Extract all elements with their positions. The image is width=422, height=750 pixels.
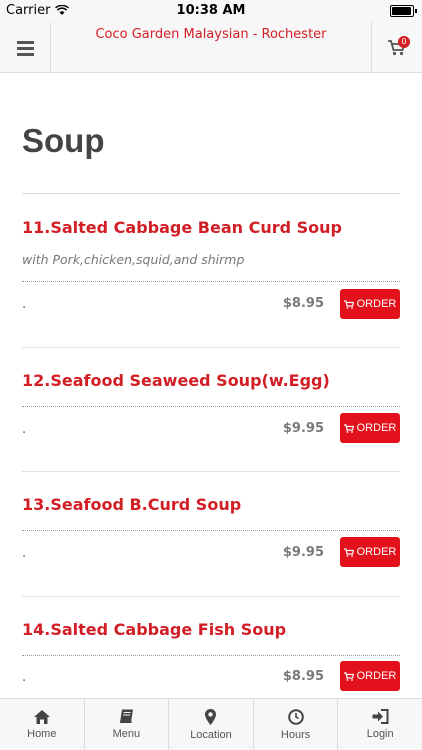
item-price: $9.95 <box>282 545 324 560</box>
item-price: $8.95 <box>282 296 324 311</box>
cart-button[interactable]: 0 <box>371 22 422 72</box>
order-cart-icon <box>343 671 354 681</box>
restaurant-title: Coco Garden Malaysian - Rochester <box>95 27 327 42</box>
tab-home[interactable]: Home <box>0 699 85 750</box>
item-size-label: . <box>22 670 27 685</box>
item-description: with Pork,chicken,squid,and shirmp <box>22 252 245 267</box>
item-name[interactable]: 11.Salted Cabbage Bean Curd Soup <box>22 218 342 237</box>
tab-label: Hours <box>280 728 311 741</box>
tab-label: Login <box>366 728 394 740</box>
order-cart-icon <box>343 423 354 433</box>
clock-icon <box>287 708 304 725</box>
tab-login[interactable]: Login <box>338 699 422 750</box>
item-separator <box>22 596 400 597</box>
tab-location[interactable]: Location <box>169 699 254 750</box>
hamburger-menu-button[interactable] <box>0 22 51 72</box>
hamburger-icon <box>17 41 34 44</box>
item-price: $8.95 <box>282 669 324 684</box>
bottom-tab-bar: Home Menu Location Hours Login <box>0 698 422 750</box>
status-time: 10:38 AM <box>176 3 246 18</box>
tab-label: Home <box>27 727 57 740</box>
tab-menu[interactable]: Menu <box>85 699 170 750</box>
dotted-divider <box>22 530 400 531</box>
order-label: ORDER <box>356 670 397 682</box>
order-button[interactable]: ORDER <box>340 537 400 567</box>
item-size-label: . <box>22 422 27 437</box>
hamburger-icon-bar <box>17 47 34 50</box>
section-divider <box>22 193 400 194</box>
item-price: $9.95 <box>282 421 324 436</box>
order-label: ORDER <box>356 422 397 434</box>
map-pin-icon <box>205 708 217 725</box>
item-separator <box>22 471 400 472</box>
status-bar: Carrier 10:38 AM <box>0 0 422 22</box>
item-name[interactable]: 12.Seafood Seaweed Soup(w.Egg) <box>22 371 330 390</box>
section-title: Soup <box>22 122 105 159</box>
battery-icon <box>390 5 417 17</box>
hamburger-icon-bar <box>17 53 34 56</box>
book-icon <box>119 709 133 723</box>
home-icon <box>33 709 50 724</box>
item-separator <box>22 347 400 348</box>
item-name[interactable]: 14.Salted Cabbage Fish Soup <box>22 620 286 639</box>
order-cart-icon <box>343 547 354 557</box>
item-size-label: . <box>22 297 27 312</box>
login-icon <box>372 709 389 724</box>
tab-label: Location <box>190 728 232 741</box>
item-size-label: . <box>22 546 27 561</box>
order-label: ORDER <box>356 546 397 558</box>
order-cart-icon <box>343 299 354 309</box>
order-button[interactable]: ORDER <box>340 289 400 319</box>
item-name[interactable]: 13.Seafood B.Curd Soup <box>22 495 241 514</box>
cart-count-badge: 0 <box>398 36 410 48</box>
order-button[interactable]: ORDER <box>340 661 400 691</box>
order-label: ORDER <box>356 298 397 310</box>
dotted-divider <box>22 281 400 282</box>
tab-label: Menu <box>112 728 141 740</box>
dotted-divider <box>22 406 400 407</box>
nav-bar: Coco Garden Malaysian - Rochester 0 <box>0 22 422 73</box>
order-button[interactable]: ORDER <box>340 413 400 443</box>
dotted-divider <box>22 655 400 656</box>
tab-hours[interactable]: Hours <box>254 699 339 750</box>
